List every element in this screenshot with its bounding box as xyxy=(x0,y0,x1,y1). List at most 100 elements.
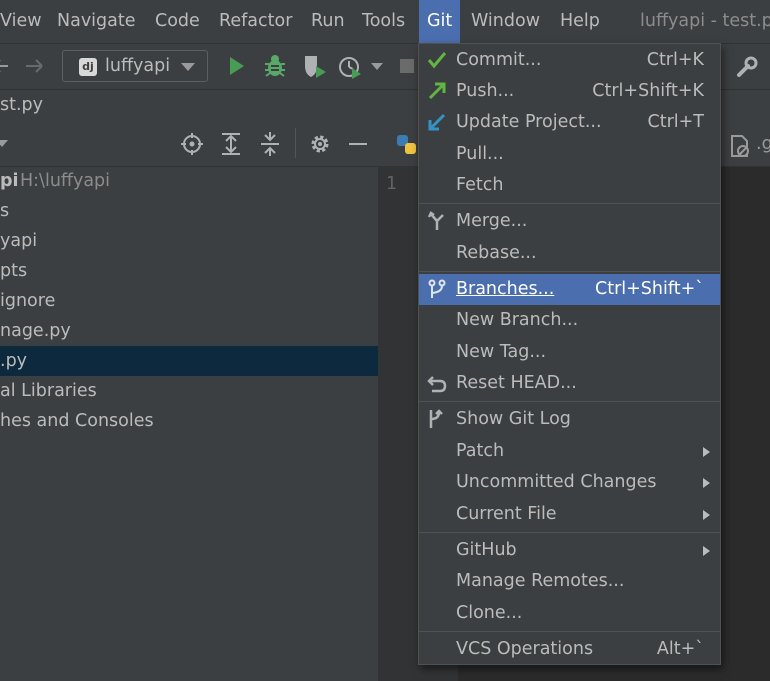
menu-item-label: New Tag... xyxy=(456,342,547,362)
menu-item-show-git-log[interactable]: Show Git Log xyxy=(419,404,720,435)
tree-item-label: yapi xyxy=(0,231,38,251)
chevron-down-icon xyxy=(181,63,195,71)
menu-item-label: Merge... xyxy=(456,211,528,231)
menu-item-shortcut: Ctrl+Shift+` xyxy=(595,279,704,299)
menu-item-label: Pull... xyxy=(456,144,504,164)
menu-item-label: Commit... xyxy=(456,50,542,70)
menu-item-clone[interactable]: Clone... xyxy=(419,598,720,629)
tree-item[interactable]: yapi xyxy=(0,226,378,256)
submenu-arrow-icon xyxy=(703,478,710,488)
submenu-arrow-icon xyxy=(703,546,710,556)
menu-git[interactable]: Git xyxy=(419,0,461,43)
menu-item-reset-head[interactable]: Reset HEAD... xyxy=(419,368,720,399)
tree-item-label: .py xyxy=(0,351,28,371)
menu-item-vcs-operations[interactable]: VCS Operations Alt+` xyxy=(419,634,720,665)
git-log-icon xyxy=(429,409,443,428)
menu-help[interactable]: Help xyxy=(560,0,600,43)
more-run-options-chevron-icon[interactable] xyxy=(371,63,383,70)
menu-item-current-file[interactable]: Current File xyxy=(419,499,720,530)
git-dropdown-menu: Commit... Ctrl+K Push... Ctrl+Shift+K Up… xyxy=(418,43,721,665)
tree-item-label: al Libraries xyxy=(0,381,97,401)
tree-item-selected[interactable]: .py xyxy=(0,346,378,376)
stop-icon[interactable] xyxy=(400,59,414,73)
wrench-settings-icon[interactable] xyxy=(736,56,758,78)
menu-item-manage-remotes[interactable]: Manage Remotes... xyxy=(419,566,720,597)
tree-item-label: pi xyxy=(0,171,19,191)
window-title: luffyapi - test.py xyxy=(640,11,770,31)
menu-item-uncommitted-changes[interactable]: Uncommitted Changes xyxy=(419,467,720,498)
django-icon: dj xyxy=(79,58,97,76)
menu-item-label: GitHub xyxy=(456,540,517,560)
menu-window[interactable]: Window xyxy=(471,0,540,43)
tree-item-label: s xyxy=(0,201,10,221)
tree-item-project-root[interactable]: pi H:\luffyapi xyxy=(0,166,378,196)
tree-item[interactable]: hes and Consoles xyxy=(0,406,378,436)
menu-item-new-branch[interactable]: New Branch... xyxy=(419,305,720,336)
run-configuration-selector[interactable]: dj luffyapi xyxy=(62,50,208,82)
menu-separator xyxy=(419,532,720,533)
menu-item-label: Show Git Log xyxy=(456,409,571,429)
menu-item-push[interactable]: Push... Ctrl+Shift+K xyxy=(419,76,720,107)
menu-item-label: Current File xyxy=(456,504,557,524)
menu-run[interactable]: Run xyxy=(311,0,345,43)
tree-item-label: hes and Consoles xyxy=(0,411,154,431)
menu-item-fetch[interactable]: Fetch xyxy=(419,170,720,201)
menu-item-shortcut: Ctrl+K xyxy=(646,50,704,70)
breadcrumb-file[interactable]: st.py xyxy=(0,90,43,120)
forward-arrow-icon[interactable] xyxy=(24,58,44,74)
collapse-all-icon[interactable] xyxy=(259,132,281,156)
locate-file-icon[interactable] xyxy=(181,133,203,155)
expand-all-icon[interactable] xyxy=(220,132,242,156)
profile-icon[interactable] xyxy=(338,54,364,80)
push-arrow-icon xyxy=(428,82,446,100)
python-file-icon xyxy=(397,135,416,154)
merge-icon xyxy=(427,211,444,230)
menu-item-patch[interactable]: Patch xyxy=(419,436,720,467)
check-icon xyxy=(427,52,447,69)
tree-item-label: pts xyxy=(0,261,28,281)
run-with-coverage-icon[interactable] xyxy=(302,54,328,80)
project-panel-header xyxy=(0,122,378,167)
branch-icon xyxy=(428,279,446,298)
menu-view[interactable]: View xyxy=(0,0,42,43)
menu-item-pull[interactable]: Pull... xyxy=(419,139,720,170)
gitignore-file-icon xyxy=(731,135,749,157)
submenu-arrow-icon xyxy=(703,510,710,520)
menu-item-github[interactable]: GitHub xyxy=(419,535,720,566)
menu-item-rebase[interactable]: Rebase... xyxy=(419,238,720,269)
tree-item[interactable]: ignore xyxy=(0,286,378,316)
menu-tools[interactable]: Tools xyxy=(362,0,405,43)
menu-item-update-project[interactable]: Update Project... Ctrl+T xyxy=(419,107,720,138)
menu-bar: View Navigate Code Refactor Run Tools Gi… xyxy=(0,0,770,43)
gear-icon[interactable] xyxy=(309,133,331,155)
editor-tab-label[interactable]: .g xyxy=(756,122,770,166)
menu-separator xyxy=(419,271,720,272)
tree-item-label: nage.py xyxy=(0,321,71,341)
tree-item-label: ignore xyxy=(0,291,56,311)
project-tool-window: pi H:\luffyapi s yapi pts ignore nage.py… xyxy=(0,122,378,681)
back-arrow-icon[interactable] xyxy=(0,58,10,74)
debug-icon[interactable] xyxy=(263,54,287,78)
menu-item-new-tag[interactable]: New Tag... xyxy=(419,337,720,368)
submenu-arrow-icon xyxy=(703,447,710,457)
menu-item-label: Rebase... xyxy=(456,243,537,263)
tree-item[interactable]: pts xyxy=(0,256,378,286)
menu-item-label: Clone... xyxy=(456,603,523,623)
tree-item[interactable]: nage.py xyxy=(0,316,378,346)
menu-navigate[interactable]: Navigate xyxy=(57,0,136,43)
menu-item-merge[interactable]: Merge... xyxy=(419,206,720,237)
menu-separator xyxy=(419,631,720,632)
run-icon[interactable] xyxy=(228,56,246,76)
menu-item-label: VCS Operations xyxy=(456,639,594,659)
menu-refactor[interactable]: Refactor xyxy=(219,0,292,43)
menu-code[interactable]: Code xyxy=(155,0,200,43)
run-configuration-label: luffyapi xyxy=(105,56,171,76)
menu-item-label: Uncommitted Changes xyxy=(456,472,657,492)
tree-item[interactable]: s xyxy=(0,196,378,226)
menu-item-branches[interactable]: Branches... Ctrl+Shift+` xyxy=(419,274,720,305)
tree-item[interactable]: al Libraries xyxy=(0,376,378,406)
chevron-down-icon[interactable] xyxy=(0,140,8,147)
menu-item-commit[interactable]: Commit... Ctrl+K xyxy=(419,45,720,76)
minimize-icon[interactable] xyxy=(349,143,367,145)
menu-item-label: Patch xyxy=(456,441,505,461)
